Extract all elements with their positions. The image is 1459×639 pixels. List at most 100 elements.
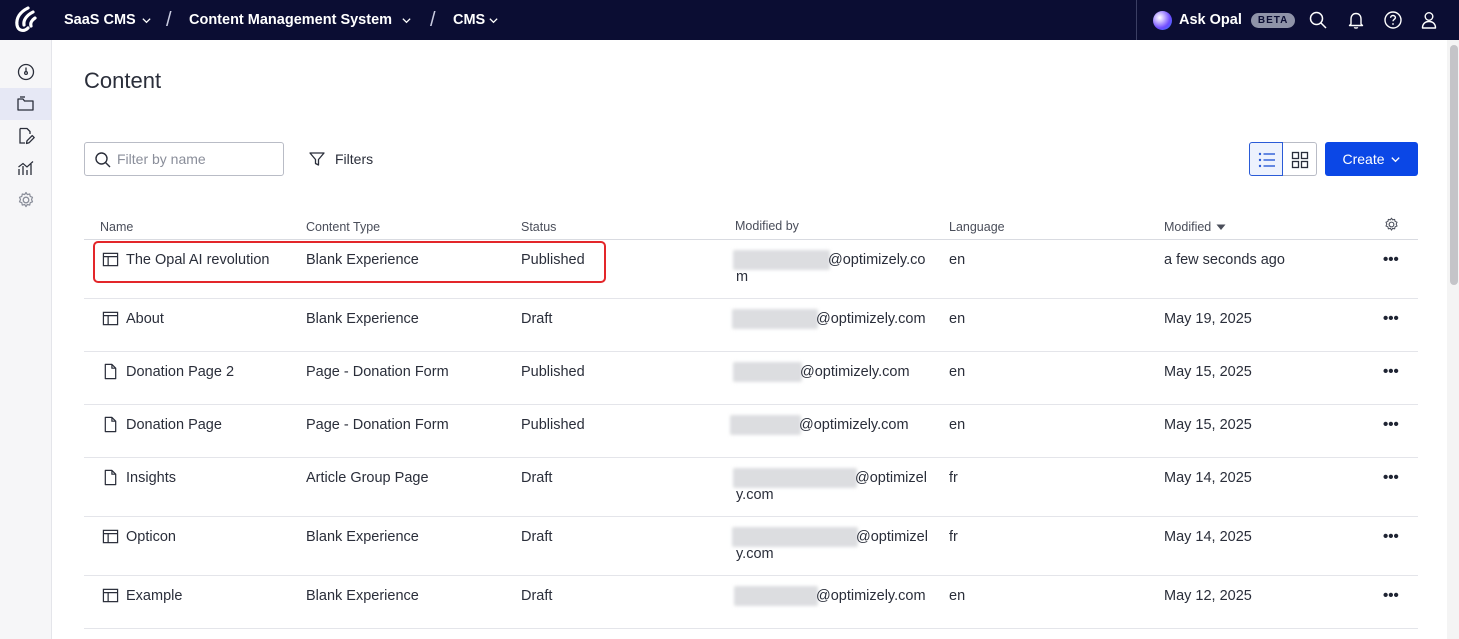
app-switcher[interactable]: Content Management System (189, 0, 412, 40)
row-name-label: Insights (126, 469, 176, 486)
redacted-username (733, 468, 857, 488)
beta-badge: BETA (1250, 12, 1296, 28)
layout-icon (102, 588, 119, 603)
row-actions-menu-button[interactable]: ••• (1383, 310, 1399, 327)
row-modified-date: May 15, 2025 (1164, 417, 1252, 433)
app-name: Content Management System (189, 12, 393, 28)
content-folder-icon[interactable] (16, 94, 36, 114)
row-name-label: About (126, 310, 164, 327)
funnel-icon (309, 152, 325, 166)
opal-orb-icon (1153, 10, 1172, 30)
row-name-link[interactable]: About (102, 310, 164, 327)
user-profile-icon[interactable] (1419, 10, 1439, 30)
layout-icon (102, 311, 119, 326)
row-status: Published (521, 417, 585, 433)
row-modified-by: @optimizely.com (800, 364, 910, 380)
breadcrumb-separator: / (430, 9, 436, 31)
redacted-username (734, 586, 818, 606)
analytics-icon[interactable] (16, 158, 36, 178)
column-settings-gear-icon[interactable] (1383, 216, 1400, 233)
create-label: Create (1342, 151, 1385, 167)
row-name-link[interactable]: Example (102, 587, 182, 604)
page-icon (104, 416, 117, 433)
row-language: en (949, 252, 966, 268)
row-status: Draft (521, 470, 553, 486)
row-status: Published (521, 364, 585, 380)
row-divider (84, 404, 1418, 405)
row-name-label: Example (126, 587, 183, 604)
row-modified-by-wrap: y.com (736, 546, 774, 562)
column-header-status[interactable]: Status (521, 220, 556, 234)
row-actions-menu-button[interactable]: ••• (1383, 587, 1399, 604)
breadcrumb-separator: / (166, 9, 172, 31)
row-language: fr (949, 470, 958, 486)
filters-label: Filters (335, 151, 374, 167)
help-icon[interactable] (1383, 10, 1403, 30)
row-modified-by: @optimizely.com (816, 311, 926, 327)
row-modified-by: @optimizel (856, 529, 928, 545)
row-actions-menu-button[interactable]: ••• (1383, 469, 1399, 486)
filter-by-name-input[interactable] (117, 149, 277, 169)
page-icon (104, 363, 117, 380)
column-header-content-type[interactable]: Content Type (306, 220, 380, 234)
page-scrollbar-thumb[interactable] (1450, 45, 1458, 285)
row-language: fr (949, 529, 958, 545)
row-actions-menu-button[interactable]: ••• (1383, 528, 1399, 545)
list-view-icon (1258, 152, 1275, 168)
row-actions-menu-button[interactable]: ••• (1383, 363, 1399, 380)
dashboard-icon[interactable] (16, 62, 36, 82)
search-icon[interactable] (1308, 10, 1328, 30)
column-header-modified[interactable]: Modified (1164, 220, 1227, 234)
filter-by-name-field[interactable] (84, 142, 284, 176)
row-name-link[interactable]: Donation Page 2 (102, 363, 234, 380)
row-modified-by: @optimizely.com (799, 417, 909, 433)
redacted-username (733, 362, 802, 382)
row-name-link[interactable]: Donation Page (102, 416, 222, 433)
row-status: Draft (521, 529, 553, 545)
row-modified-date: May 14, 2025 (1164, 529, 1252, 545)
row-content-type: Page - Donation Form (306, 417, 449, 433)
row-divider (84, 351, 1418, 352)
row-modified-by: @optimizel (855, 470, 927, 486)
section-switcher[interactable]: CMS (453, 0, 499, 40)
row-status: Draft (521, 588, 553, 604)
grid-view-toggle[interactable] (1283, 142, 1317, 176)
ask-opal-button[interactable]: Ask Opal BETA (1153, 0, 1296, 40)
row-divider (84, 457, 1418, 458)
row-modified-by: @optimizely.com (816, 588, 926, 604)
row-divider (84, 516, 1418, 517)
page-title: Content (84, 68, 162, 93)
bell-icon[interactable] (1346, 10, 1366, 30)
row-actions-menu-button[interactable]: ••• (1383, 251, 1399, 268)
product-switcher[interactable]: SaaS CMS (64, 0, 152, 40)
redacted-username (733, 250, 830, 270)
grid-view-icon (1291, 151, 1309, 169)
row-language: en (949, 311, 966, 327)
create-button[interactable]: Create (1325, 142, 1418, 176)
row-language: en (949, 364, 966, 380)
row-modified-date: May 15, 2025 (1164, 364, 1252, 380)
row-modified-date: May 19, 2025 (1164, 311, 1252, 327)
row-content-type: Article Group Page (306, 470, 429, 486)
row-divider (84, 575, 1418, 576)
filters-button[interactable]: Filters (308, 142, 373, 176)
column-header-language[interactable]: Language (949, 220, 1005, 234)
column-header-name[interactable]: Name (100, 220, 133, 234)
optimizely-logo-icon[interactable] (8, 4, 40, 36)
row-name-link[interactable]: Opticon (102, 528, 176, 545)
row-name-link[interactable]: Insights (102, 469, 176, 486)
list-view-toggle[interactable] (1249, 142, 1283, 176)
row-modified-date: May 14, 2025 (1164, 470, 1252, 486)
row-content-type: Page - Donation Form (306, 364, 449, 380)
highlighted-row-outline (93, 241, 606, 283)
row-actions-menu-button[interactable]: ••• (1383, 416, 1399, 433)
row-content-type: Blank Experience (306, 311, 419, 327)
topbar-divider (1136, 0, 1137, 40)
settings-gear-icon[interactable] (16, 190, 36, 210)
redacted-username (730, 415, 801, 435)
row-modified-by: @optimizely.co (828, 252, 926, 268)
edit-document-icon[interactable] (16, 126, 36, 146)
layout-icon (102, 529, 119, 544)
redacted-username (732, 309, 818, 329)
column-header-modified-by[interactable]: Modified by (735, 219, 799, 233)
